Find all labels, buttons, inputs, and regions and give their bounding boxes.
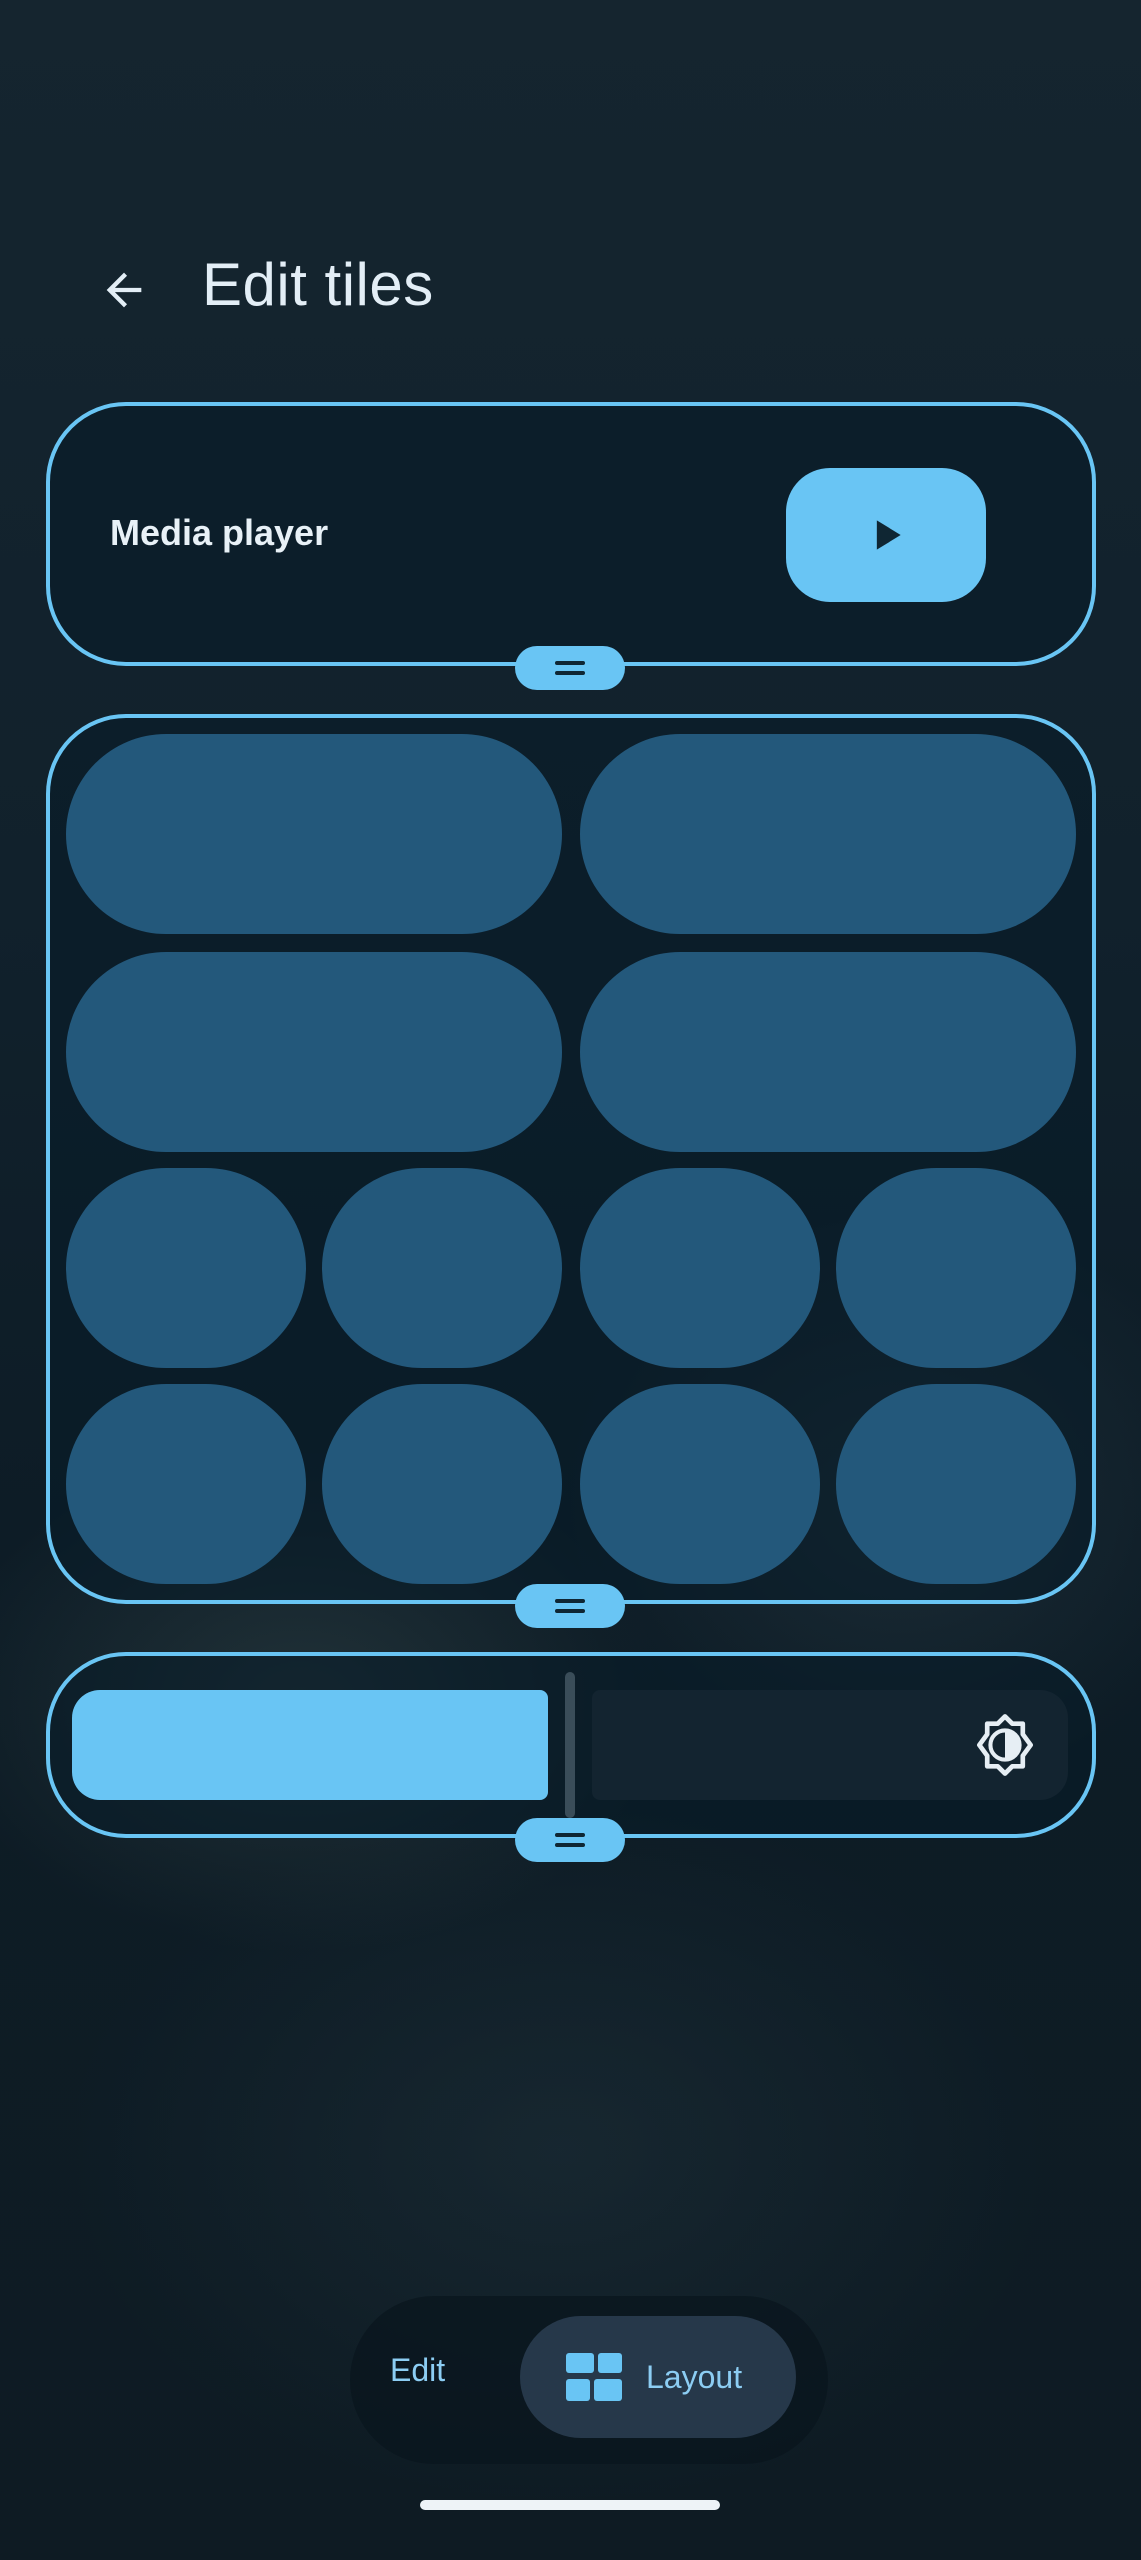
tile-small[interactable] — [836, 1384, 1076, 1584]
tiles-resize-handle[interactable] — [515, 1584, 625, 1628]
play-icon — [876, 520, 901, 550]
media-player-label: Media player — [110, 512, 329, 553]
tab-layout-label: Layout — [646, 2358, 743, 2395]
tile-small[interactable] — [836, 1168, 1076, 1368]
grid-icon — [566, 2353, 622, 2401]
brightness-slider-fill[interactable] — [72, 1690, 548, 1800]
tile-wide[interactable] — [580, 734, 1076, 934]
tile-wide[interactable] — [66, 952, 562, 1152]
media-resize-handle[interactable] — [515, 646, 625, 690]
tile-wide[interactable] — [580, 952, 1076, 1152]
tab-layout[interactable]: Layout — [520, 2316, 796, 2438]
brightness-slider-track[interactable] — [592, 1690, 1068, 1800]
tile-small[interactable] — [66, 1384, 306, 1584]
brightness-slider-thumb[interactable] — [565, 1672, 575, 1818]
brightness-resize-handle[interactable] — [515, 1818, 625, 1862]
brightness-icon — [977, 1714, 1033, 1776]
tile-small[interactable] — [322, 1384, 562, 1584]
home-indicator[interactable] — [420, 2500, 720, 2510]
tile-small[interactable] — [580, 1384, 820, 1584]
play-button[interactable] — [786, 468, 986, 602]
tab-edit[interactable]: Edit — [390, 2352, 445, 2389]
tile-small[interactable] — [580, 1168, 820, 1368]
arrow-left-icon — [106, 272, 142, 308]
back-button[interactable] — [88, 254, 160, 326]
tile-wide[interactable] — [66, 734, 562, 934]
tile-small[interactable] — [322, 1168, 562, 1368]
tile-small[interactable] — [66, 1168, 306, 1368]
page-title: Edit tiles — [202, 251, 434, 318]
